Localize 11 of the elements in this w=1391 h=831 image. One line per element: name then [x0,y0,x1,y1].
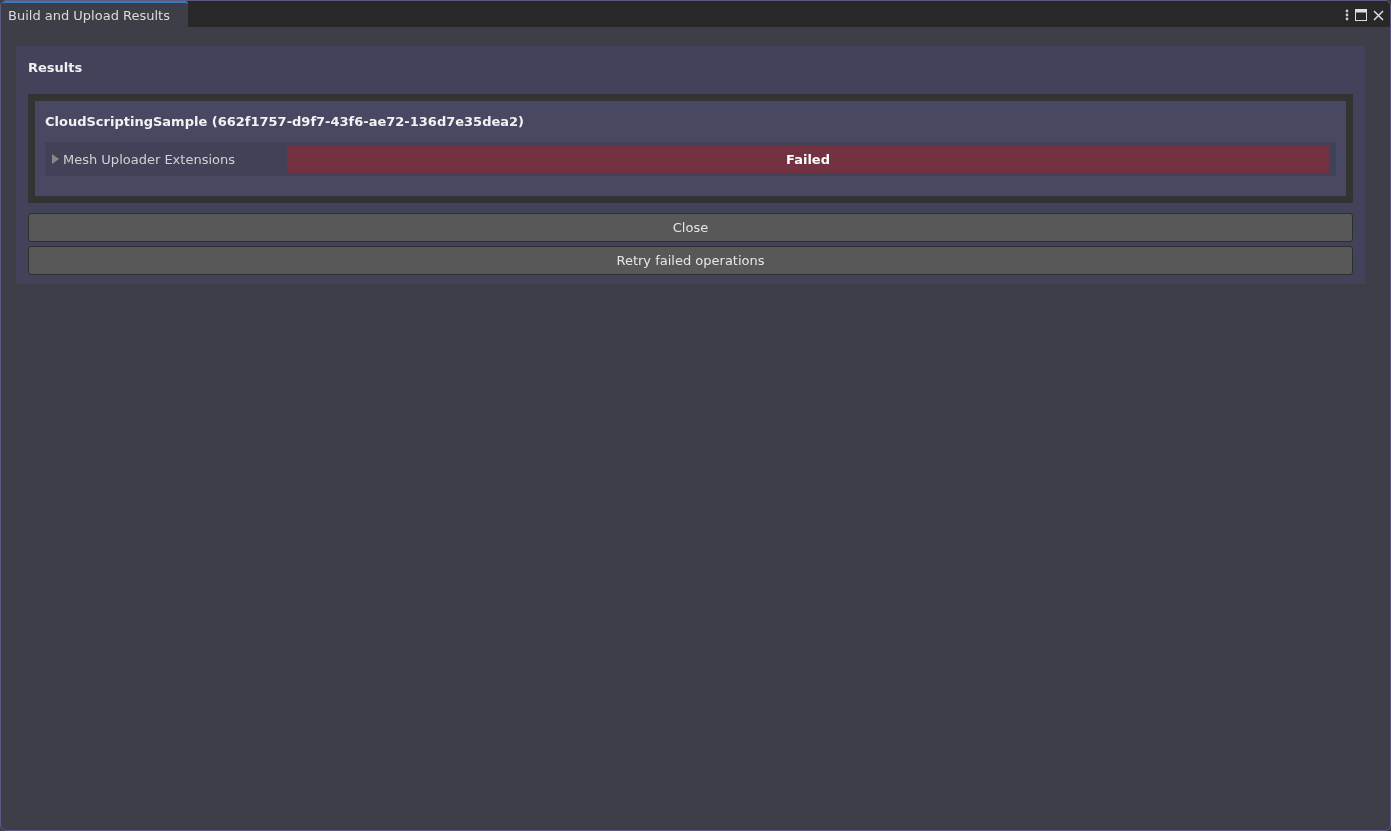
caret-right-icon[interactable] [51,154,59,164]
action-button[interactable]: Retry failed operations [28,246,1353,275]
project-title: CloudScriptingSample (662f1757-d9f7-43f6-ae72-136d7e35dea2) [45,114,526,129]
more-icon[interactable] [1345,9,1349,21]
window-tab[interactable]: Build and Upload Results [1,1,188,27]
operation-name: Mesh Uploader Extensions [63,151,235,167]
action-button[interactable]: Close [28,213,1353,242]
maximize-icon[interactable] [1355,9,1367,21]
close-icon[interactable] [1373,9,1384,21]
panel-title: Results [28,60,84,75]
status-bar: Failed [287,145,1329,173]
